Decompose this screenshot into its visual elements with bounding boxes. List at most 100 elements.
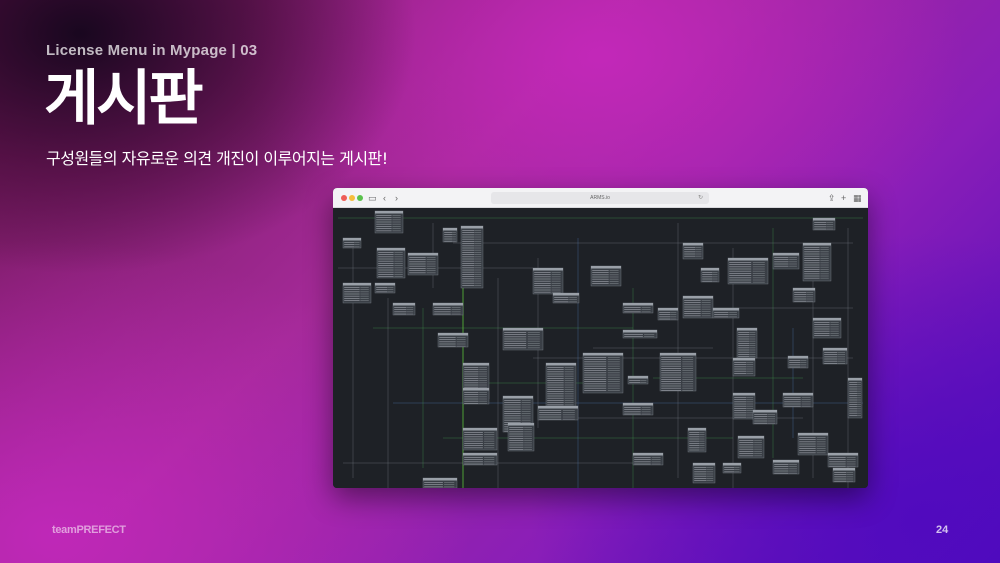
entity-field-row [734, 373, 747, 374]
sidebar-icon[interactable]: ▭ [368, 192, 377, 204]
entity-field-type [527, 332, 540, 333]
entity-field-row [344, 293, 360, 295]
entity-field-type [394, 258, 403, 260]
entity-field-row [504, 408, 521, 410]
entity-field-type [837, 358, 846, 360]
entity-field-type [524, 440, 532, 441]
entity-field-row [794, 292, 807, 293]
entity-field-row [834, 474, 847, 475]
address-bar[interactable]: ARMS.io ↻ [491, 192, 709, 204]
entity-field-type [729, 314, 737, 315]
entity-field-row [814, 322, 830, 323]
entity-field-row [464, 434, 483, 435]
entity-field-type [749, 334, 756, 335]
entity-field-row [504, 340, 527, 342]
erd-canvas[interactable] [333, 208, 868, 488]
entity-field-row [376, 291, 388, 293]
entity-field-type [564, 378, 574, 379]
entity-field-row [739, 442, 754, 443]
entity-field-type [527, 347, 540, 349]
entity-field-row [694, 471, 707, 473]
entity-header [713, 308, 739, 311]
entity-field-row [789, 366, 801, 368]
entity-field-row [714, 316, 729, 318]
reload-icon[interactable]: ↻ [698, 192, 703, 204]
entity-field-type [394, 269, 403, 271]
grid-icon[interactable]: ▦ [853, 192, 862, 204]
entity-field-row [376, 219, 392, 221]
entity-field-type [484, 457, 495, 458]
maximize-window-button[interactable] [357, 195, 363, 201]
entity-field-type [607, 361, 620, 363]
entity-field-type [754, 440, 762, 441]
entity-field-row [824, 352, 838, 353]
entity-field-type [734, 471, 740, 473]
minimize-window-button[interactable] [349, 195, 355, 201]
entity-field-type [695, 251, 702, 253]
entity-field-type [394, 274, 403, 275]
entity-field-row [694, 478, 707, 479]
entity-table [722, 462, 742, 474]
slide-subtitle: License Menu in Mypage | 03 [46, 42, 258, 59]
entity-field-type [360, 293, 369, 295]
entity-field-type [670, 318, 677, 320]
entity-field-type [527, 334, 540, 335]
entity-field-row [734, 416, 747, 418]
entity-field-type [701, 311, 711, 312]
entity-field-row [774, 466, 789, 467]
entity-field-type [820, 262, 829, 264]
entity-field-type [749, 347, 756, 349]
entity-field-row [462, 271, 475, 273]
entity-field-type [479, 371, 487, 373]
entity-field-type [479, 367, 487, 368]
share-icon[interactable]: ⇪ [828, 192, 836, 204]
entity-field-row [444, 232, 452, 233]
entity-field-row [376, 221, 392, 223]
entity-header [591, 266, 621, 269]
entity-field-type [394, 260, 403, 262]
entity-field-row [789, 360, 801, 361]
entity-field-type [451, 313, 461, 315]
entity-header [463, 388, 489, 391]
entity-field-type [816, 443, 826, 445]
entity-field-row [462, 265, 475, 266]
entity-field-type [394, 256, 403, 258]
entity-header [833, 468, 855, 471]
plus-icon[interactable]: + [841, 192, 846, 204]
entity-header [788, 356, 808, 359]
entity-field-row [724, 471, 735, 473]
entity-field-type [609, 274, 619, 276]
entity-header [343, 238, 361, 241]
entity-table [822, 347, 848, 365]
chevron-left-icon[interactable]: ‹ [383, 192, 386, 204]
entity-field-row [789, 364, 801, 366]
entity-field-row [424, 482, 443, 483]
entity-field-row [814, 324, 830, 325]
entity-field-type [682, 385, 694, 387]
entity-table [532, 267, 564, 295]
entity-field-type [360, 295, 369, 297]
entity-field-row [814, 333, 830, 334]
entity-field-row [509, 431, 524, 433]
entity-field-row [584, 379, 607, 380]
entity-field-row [344, 291, 360, 293]
entity-field-row [661, 381, 681, 382]
entity-field-type [521, 413, 531, 414]
entity-field-row [462, 276, 475, 277]
entity-field-type [564, 391, 574, 392]
entity-field-type [451, 311, 461, 313]
close-window-button[interactable] [341, 195, 347, 201]
entity-header [633, 453, 663, 456]
entity-field-row [376, 215, 392, 216]
entity-field-type [754, 451, 762, 452]
entity-table [622, 302, 654, 314]
entity-field-row [584, 390, 607, 391]
entity-field-type [426, 265, 436, 267]
entity-field-type [521, 404, 531, 406]
entity-field-row [824, 360, 838, 362]
entity-header [828, 453, 858, 456]
entity-field-type [846, 461, 856, 463]
entity-header [803, 243, 831, 246]
chevron-right-icon[interactable]: › [395, 192, 398, 204]
entity-field-type [474, 238, 482, 240]
